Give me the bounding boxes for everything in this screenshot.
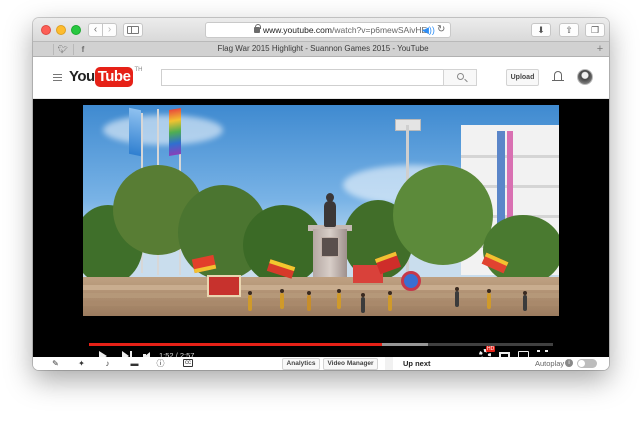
autoplay-toggle[interactable] bbox=[577, 359, 597, 368]
hamburger-menu-icon[interactable] bbox=[53, 74, 62, 81]
tree bbox=[483, 215, 559, 285]
seek-bar-played bbox=[89, 343, 383, 346]
safari-window: ‹ › www.youtube.com/watch?v=p6mewSAivHE … bbox=[33, 18, 609, 370]
monument-plaque bbox=[321, 237, 339, 257]
lock-icon bbox=[254, 24, 261, 33]
tree bbox=[393, 165, 493, 265]
flag bbox=[129, 107, 141, 157]
logo-region-label: TH bbox=[134, 67, 143, 73]
avatar[interactable] bbox=[577, 69, 593, 85]
downloads-button[interactable]: ⬇ bbox=[531, 23, 551, 37]
audio-note-icon[interactable]: ♪ bbox=[103, 359, 112, 368]
zoom-window-button[interactable] bbox=[71, 25, 81, 35]
enhancements-wand-icon[interactable]: ✦ bbox=[77, 359, 86, 368]
facebook-icon[interactable]: f bbox=[77, 44, 89, 55]
reload-icon[interactable]: ↻ bbox=[437, 24, 445, 35]
url-host: www.youtube.com bbox=[263, 25, 332, 35]
desktop-background: ‹ › www.youtube.com/watch?v=p6mewSAivHE … bbox=[0, 0, 640, 423]
minimize-window-button[interactable] bbox=[56, 25, 66, 35]
analytics-button[interactable]: Analytics bbox=[282, 358, 320, 370]
address-bar[interactable]: www.youtube.com/watch?v=p6mewSAivHE ◀︎))… bbox=[205, 22, 451, 38]
video-manager-button[interactable]: Video Manager bbox=[323, 358, 378, 370]
subtitles-cc-icon[interactable]: cc bbox=[183, 359, 193, 367]
audio-playing-icon[interactable]: ◀︎)) bbox=[422, 25, 435, 36]
url-text: www.youtube.com/watch?v=p6mewSAivHE bbox=[263, 25, 427, 35]
upload-button[interactable]: Upload bbox=[506, 69, 539, 86]
creator-action-bar: ✎ ✦ ♪ ▬ ⓘ cc Analytics Video Manager bbox=[33, 357, 385, 370]
up-next-panel: Up next Autoplay i bbox=[393, 357, 609, 370]
waving-flag bbox=[401, 271, 421, 291]
performer bbox=[361, 293, 365, 313]
back-button[interactable]: ‹ bbox=[88, 23, 103, 37]
performer bbox=[388, 291, 392, 311]
below-player-area: ✎ ✦ ♪ ▬ ⓘ cc Analytics Video Manager Up … bbox=[33, 357, 609, 370]
sidebar-toggle-button[interactable] bbox=[123, 23, 143, 37]
favorites-divider bbox=[73, 44, 74, 55]
stage-banner bbox=[207, 275, 241, 297]
active-tab-title[interactable]: Flag War 2015 Highlight - Suannon Games … bbox=[173, 44, 473, 53]
performer bbox=[455, 287, 459, 307]
forward-button[interactable]: › bbox=[102, 23, 117, 37]
info-cards-icon[interactable]: ⓘ bbox=[156, 359, 165, 368]
share-icon: ⇧ bbox=[565, 25, 573, 35]
close-window-button[interactable] bbox=[41, 25, 51, 35]
statue bbox=[324, 201, 336, 227]
notifications-bell-icon[interactable] bbox=[552, 70, 564, 84]
performer bbox=[487, 289, 491, 309]
autoplay-info-icon[interactable]: i bbox=[565, 359, 573, 367]
url-path: /watch?v=p6mewSAivHE bbox=[331, 25, 428, 35]
tabs-icon: ❐ bbox=[590, 25, 600, 35]
logo-tube-text: Tube bbox=[94, 67, 134, 87]
search-button[interactable] bbox=[443, 69, 477, 86]
logo-you-text: You bbox=[69, 68, 95, 85]
download-icon: ⬇ bbox=[537, 25, 545, 35]
youtube-logo[interactable]: You Tube TH bbox=[69, 67, 142, 87]
up-next-heading: Up next bbox=[403, 359, 431, 368]
hd-quality-badge: HD bbox=[486, 346, 496, 352]
performer bbox=[280, 289, 284, 309]
autoplay-label: Autoplay bbox=[535, 359, 565, 368]
sidebar-icon bbox=[127, 26, 139, 34]
performer bbox=[307, 291, 311, 311]
performer bbox=[337, 289, 341, 309]
video-frame[interactable] bbox=[83, 105, 559, 316]
tab-overview-button[interactable]: ❐ bbox=[585, 23, 605, 37]
sky-cloud bbox=[103, 115, 223, 145]
edit-pencil-icon[interactable]: ✎ bbox=[51, 359, 60, 368]
tab-bar: 🐦︎ f Flag War 2015 Highlight - Suannon G… bbox=[33, 42, 609, 57]
rainbow-flag bbox=[169, 107, 181, 157]
share-button[interactable]: ⇧ bbox=[559, 23, 579, 37]
apple-icon[interactable] bbox=[40, 44, 52, 55]
twitter-icon[interactable]: 🐦︎ bbox=[57, 44, 69, 55]
chevron-right-icon: › bbox=[107, 24, 112, 35]
youtube-masthead: You Tube TH Upload bbox=[33, 57, 609, 99]
favorites-divider bbox=[53, 44, 54, 55]
search-icon bbox=[457, 73, 464, 80]
chevron-left-icon: ‹ bbox=[93, 24, 98, 35]
search-input[interactable] bbox=[161, 69, 444, 86]
browser-toolbar: ‹ › www.youtube.com/watch?v=p6mewSAivHE … bbox=[33, 18, 609, 42]
annotations-comment-icon[interactable]: ▬ bbox=[130, 359, 139, 368]
performer bbox=[248, 291, 252, 311]
video-player[interactable]: 1:52 / 2:57 HD bbox=[33, 99, 609, 361]
seek-bar[interactable] bbox=[89, 343, 553, 346]
new-tab-button[interactable]: + bbox=[594, 43, 606, 55]
performer bbox=[523, 291, 527, 311]
